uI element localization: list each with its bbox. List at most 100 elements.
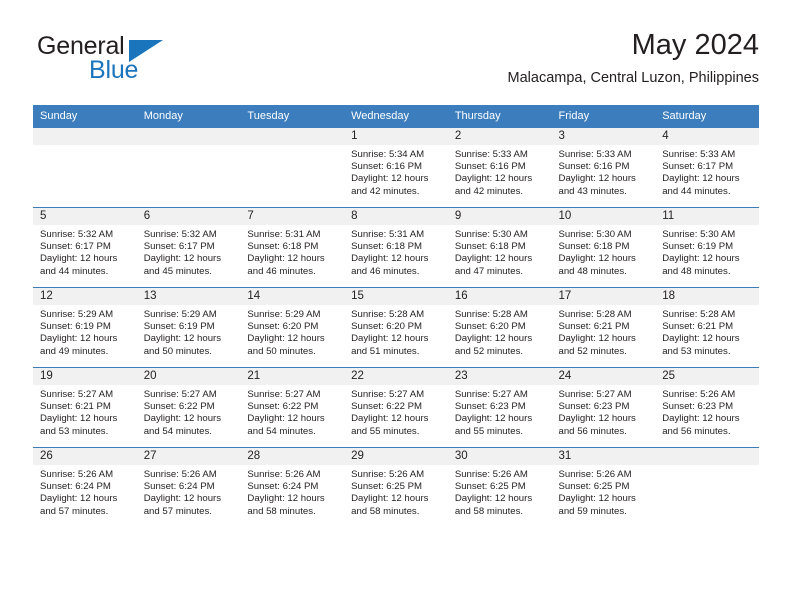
calendar-day-cell[interactable]: 28 Sunrise: 5:26 AM Sunset: 6:24 PM Dayligh… [240,447,345,527]
day-number [655,448,759,465]
day-details: Sunrise: 5:26 AM Sunset: 6:25 PM Daylight:… [552,465,656,518]
calendar-header-row: Sunday Monday Tuesday Wednesday Thursday… [33,105,759,128]
daylight-duration-line2: and 52 minutes. [558,345,627,357]
sunrise-time: Sunrise: 5:26 AM [143,469,217,480]
sunrise-time: Sunrise: 5:27 AM [351,389,425,400]
sunrise-time: Sunrise: 5:27 AM [40,389,114,400]
day-number: 10 [551,208,656,225]
sunset-time: Sunset: 6:18 PM [454,241,526,253]
daylight-duration-line1: Daylight: 12 hours [143,413,222,425]
sunset-time: Sunset: 6:21 PM [558,321,630,333]
calendar-day-cell[interactable]: 11 Sunrise: 5:30 AM Sunset: 6:19 PM Dayligh… [655,207,759,288]
daylight-duration-line2: and 55 minutes. [454,425,524,437]
day-details: Sunrise: 5:28 AM Sunset: 6:20 PM Daylight:… [448,305,552,358]
sunset-time: Sunset: 6:18 PM [247,241,319,253]
sunset-time: Sunset: 6:21 PM [662,321,734,333]
calendar-day-cell[interactable]: 13 Sunrise: 5:29 AM Sunset: 6:19 PM Dayligh… [136,287,241,368]
daylight-duration-line2: and 56 minutes. [558,425,627,437]
daylight-duration-line1: Daylight: 12 hours [454,413,533,425]
day-details: Sunrise: 5:29 AM Sunset: 6:19 PM Daylight:… [137,305,241,358]
day-details: Sunrise: 5:27 AM Sunset: 6:22 PM Daylight:… [240,385,344,438]
daylight-duration-line1: Daylight: 12 hours [558,333,636,345]
daylight-duration-line2: and 42 minutes. [351,185,420,197]
day-number: 30 [447,448,552,465]
calendar-day-cell[interactable]: 29 Sunrise: 5:26 AM Sunset: 6:25 PM Dayligh… [344,447,448,527]
daylight-duration-line1: Daylight: 12 hours [247,333,325,345]
calendar-day-cell[interactable]: 17 Sunrise: 5:28 AM Sunset: 6:21 PM Dayligh… [551,287,656,368]
day-details: Sunrise: 5:27 AM Sunset: 6:22 PM Daylight:… [344,385,448,438]
day-details: Sunrise: 5:26 AM Sunset: 6:24 PM Daylight:… [137,465,241,518]
daylight-duration-line2: and 52 minutes. [454,345,524,357]
calendar-day-cell[interactable]: 19 Sunrise: 5:27 AM Sunset: 6:21 PM Dayligh… [33,367,137,448]
daylight-duration-line1: Daylight: 12 hours [40,253,118,265]
daylight-duration-line2: and 54 minutes. [247,425,316,437]
day-details: Sunrise: 5:26 AM Sunset: 6:25 PM Daylight:… [448,465,552,518]
calendar-week-row: 12 Sunrise: 5:29 AM Sunset: 6:19 PM Dayligh… [33,287,759,368]
calendar-day-cell[interactable]: 14 Sunrise: 5:29 AM Sunset: 6:20 PM Dayligh… [240,287,345,368]
sunset-time: Sunset: 6:17 PM [40,241,111,253]
day-details: Sunrise: 5:28 AM Sunset: 6:20 PM Daylight:… [344,305,448,358]
day-number: 26 [33,448,137,465]
day-number: 18 [655,288,759,305]
daylight-duration-line1: Daylight: 12 hours [558,493,636,505]
calendar-day-cell[interactable]: 27 Sunrise: 5:26 AM Sunset: 6:24 PM Dayligh… [136,447,241,527]
calendar-day-cell[interactable]: 1 Sunrise: 5:34 AM Sunset: 6:16 PM Daylight… [344,127,448,208]
calendar-day-cell[interactable]: 31 Sunrise: 5:26 AM Sunset: 6:25 PM Dayligh… [551,447,656,527]
calendar-day-cell[interactable]: 2 Sunrise: 5:33 AM Sunset: 6:16 PM Daylight… [447,127,552,208]
daylight-duration-line1: Daylight: 12 hours [454,253,533,265]
day-details: Sunrise: 5:30 AM Sunset: 6:18 PM Daylight:… [448,225,552,278]
day-number: 9 [447,208,552,225]
daylight-duration-line1: Daylight: 12 hours [662,253,740,265]
calendar-day-cell[interactable]: 4 Sunrise: 5:33 AM Sunset: 6:17 PM Daylight… [655,127,759,208]
day-details: Sunrise: 5:26 AM Sunset: 6:25 PM Daylight:… [344,465,448,518]
day-number: 12 [33,288,137,305]
calendar-day-cell[interactable]: 26 Sunrise: 5:26 AM Sunset: 6:24 PM Dayligh… [33,447,137,527]
calendar-day-cell[interactable]: 15 Sunrise: 5:28 AM Sunset: 6:20 PM Dayligh… [344,287,448,368]
calendar-day-cell[interactable]: 23 Sunrise: 5:27 AM Sunset: 6:23 PM Dayligh… [447,367,552,448]
calendar-day-cell[interactable]: 16 Sunrise: 5:28 AM Sunset: 6:20 PM Dayligh… [447,287,552,368]
sunrise-time: Sunrise: 5:31 AM [247,229,321,240]
sunrise-time: Sunrise: 5:29 AM [143,309,217,320]
day-number: 28 [240,448,345,465]
day-details: Sunrise: 5:30 AM Sunset: 6:19 PM Daylight:… [655,225,759,278]
calendar-day-cell[interactable]: 9 Sunrise: 5:30 AM Sunset: 6:18 PM Daylight… [447,207,552,288]
calendar-day-cell[interactable]: 30 Sunrise: 5:26 AM Sunset: 6:25 PM Dayligh… [447,447,552,527]
calendar-day-cell-empty [655,447,759,527]
calendar-day-cell[interactable]: 8 Sunrise: 5:31 AM Sunset: 6:18 PM Daylight… [344,207,448,288]
calendar-day-cell[interactable]: 3 Sunrise: 5:33 AM Sunset: 6:16 PM Daylight… [551,127,656,208]
day-number [33,128,137,145]
daylight-duration-line1: Daylight: 12 hours [143,253,222,265]
daylight-duration-line2: and 44 minutes. [662,185,731,197]
calendar-day-cell[interactable]: 22 Sunrise: 5:27 AM Sunset: 6:22 PM Dayligh… [344,367,448,448]
daylight-duration-line1: Daylight: 12 hours [454,493,533,505]
calendar-day-cell[interactable]: 6 Sunrise: 5:32 AM Sunset: 6:17 PM Daylight… [136,207,241,288]
day-number [240,128,345,145]
day-number: 6 [136,208,241,225]
day-number: 8 [344,208,448,225]
sunrise-time: Sunrise: 5:27 AM [247,389,321,400]
sunrise-sunset-calendar: Sunday Monday Tuesday Wednesday Thursday… [33,105,759,527]
calendar-day-cell[interactable]: 24 Sunrise: 5:27 AM Sunset: 6:23 PM Dayligh… [551,367,656,448]
sunset-time: Sunset: 6:17 PM [143,241,215,253]
calendar-day-cell[interactable]: 12 Sunrise: 5:29 AM Sunset: 6:19 PM Dayligh… [33,287,137,368]
daylight-duration-line2: and 58 minutes. [351,505,420,517]
calendar-day-cell[interactable]: 7 Sunrise: 5:31 AM Sunset: 6:18 PM Daylight… [240,207,345,288]
calendar-day-cell[interactable]: 25 Sunrise: 5:26 AM Sunset: 6:23 PM Dayligh… [655,367,759,448]
calendar-week-row: 1 Sunrise: 5:34 AM Sunset: 6:16 PM Daylight… [33,127,759,208]
weekday-header-monday: Monday [136,105,241,128]
sunrise-time: Sunrise: 5:26 AM [351,469,425,480]
daylight-duration-line1: Daylight: 12 hours [662,173,740,185]
daylight-duration-line2: and 54 minutes. [143,425,212,437]
calendar-week-row: 19 Sunrise: 5:27 AM Sunset: 6:21 PM Dayligh… [33,367,759,448]
daylight-duration-line1: Daylight: 12 hours [351,173,429,185]
calendar-day-cell[interactable]: 5 Sunrise: 5:32 AM Sunset: 6:17 PM Daylight… [33,207,137,288]
general-blue-logo: General Blue [33,32,253,92]
calendar-day-cell[interactable]: 21 Sunrise: 5:27 AM Sunset: 6:22 PM Dayligh… [240,367,345,448]
calendar-day-cell[interactable]: 20 Sunrise: 5:27 AM Sunset: 6:22 PM Dayligh… [136,367,241,448]
calendar-day-cell[interactable]: 10 Sunrise: 5:30 AM Sunset: 6:18 PM Dayligh… [551,207,656,288]
daylight-duration-line2: and 51 minutes. [351,345,420,357]
calendar-day-cell[interactable]: 18 Sunrise: 5:28 AM Sunset: 6:21 PM Dayligh… [655,287,759,368]
daylight-duration-line1: Daylight: 12 hours [247,413,325,425]
sunset-time: Sunset: 6:18 PM [351,241,423,253]
day-details: Sunrise: 5:26 AM Sunset: 6:23 PM Daylight:… [655,385,759,438]
